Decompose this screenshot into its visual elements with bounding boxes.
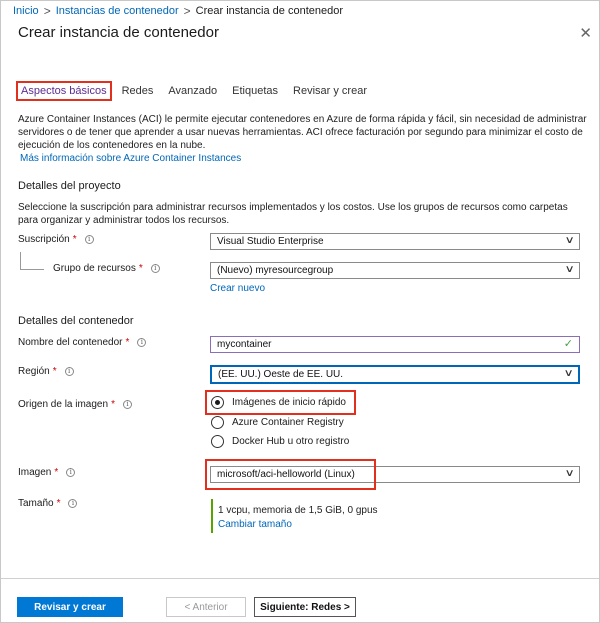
breadcrumb: Inicio > Instancias de contenedor > Crea… [13,4,343,18]
chevron-down-icon: ∨ [564,264,575,275]
container-name-label-text: Nombre del contenedor [18,337,123,348]
tab-review-create[interactable]: Revisar y crear [293,85,367,97]
resource-group-label-text: Grupo de recursos [53,263,136,274]
container-name-input[interactable]: mycontainer ✓ [210,336,580,353]
footer-divider [1,578,599,579]
container-name-value: mycontainer [217,339,272,350]
radio-unselected-icon[interactable] [211,435,224,448]
tab-tags[interactable]: Etiquetas [232,85,278,97]
subscription-label: Suscripción * i [18,234,94,245]
breadcrumb-separator-icon: > [183,4,191,18]
subscription-label-text: Suscripción [18,234,70,245]
region-select[interactable]: (EE. UU.) Oeste de EE. UU. ∨ [210,365,580,384]
size-label: Tamaño * i [18,498,78,509]
review-create-button[interactable]: Revisar y crear [17,597,123,617]
container-name-label: Nombre del contenedor * i [18,337,147,348]
size-label-text: Tamaño [18,498,54,509]
info-icon[interactable]: i [66,468,76,477]
change-size-link[interactable]: Cambiar tamaño [218,519,411,530]
page-title: Crear instancia de contenedor [18,24,219,41]
radio-docker-hub[interactable]: Docker Hub u otro registro [211,435,349,448]
info-icon[interactable]: i [64,367,74,376]
required-marker: * [125,337,130,348]
image-label: Imagen * i [18,467,76,478]
breadcrumb-container-instances-link[interactable]: Instancias de contenedor [56,5,179,17]
project-details-description: Seleccione la suscripción para administr… [18,202,568,226]
highlight-box [205,459,376,490]
info-icon[interactable]: i [68,499,78,508]
info-icon[interactable]: i [84,235,94,244]
chevron-down-icon: ∨ [564,235,575,246]
breadcrumb-current: Crear instancia de contenedor [195,5,344,17]
breadcrumb-home-link[interactable]: Inicio [13,5,39,17]
project-details-heading: Detalles del proyecto [18,180,121,192]
required-marker: * [54,467,59,478]
container-details-heading: Detalles del contenedor [18,315,134,327]
image-label-text: Imagen [18,467,52,478]
checkmark-icon: ✓ [563,338,573,350]
intro-description: Azure Container Instances (ACI) le permi… [18,114,587,151]
required-marker: * [138,263,143,274]
breadcrumb-separator-icon: > [43,4,51,18]
tab-basics[interactable]: Aspectos básicos [16,81,112,101]
subscription-select[interactable]: Visual Studio Enterprise ∨ [210,233,580,250]
resource-group-label: Grupo de recursos * i [53,263,160,274]
resource-group-select-value: (Nuevo) myresourcegroup [217,265,334,276]
required-marker: * [72,234,77,245]
region-label-text: Región [18,366,50,377]
info-icon[interactable]: i [122,400,132,409]
required-marker: * [52,366,57,377]
subscription-select-value: Visual Studio Enterprise [217,236,324,247]
tab-networking[interactable]: Redes [122,85,154,97]
chevron-down-icon: ∨ [563,368,574,379]
next-button[interactable]: Siguiente: Redes > [254,597,356,617]
image-source-label: Origen de la imagen * i [18,399,132,410]
size-summary: 1 vcpu, memoria de 1,5 GiB, 0 gpus Cambi… [211,499,411,533]
previous-button[interactable]: < Anterior [166,597,246,617]
close-icon[interactable]: ✕ [579,24,592,42]
resource-group-select[interactable]: (Nuevo) myresourcegroup ∨ [210,262,580,279]
create-new-resource-group-link[interactable]: Crear nuevo [210,283,265,294]
chevron-down-icon: ∨ [564,468,575,479]
radio-docker-hub-label: Docker Hub u otro registro [232,436,350,447]
size-value: 1 vcpu, memoria de 1,5 GiB, 0 gpus [218,505,378,516]
required-marker: * [56,498,61,509]
image-source-label-text: Origen de la imagen [18,399,109,410]
radio-acr-label: Azure Container Registry [232,417,344,428]
tab-bar: Aspectos básicos Redes Avanzado Etiqueta… [16,80,382,102]
radio-azure-container-registry[interactable]: Azure Container Registry [211,416,344,429]
tab-advanced[interactable]: Avanzado [168,85,217,97]
info-icon[interactable]: i [150,264,160,273]
info-icon[interactable]: i [137,338,147,347]
learn-more-link[interactable]: Más información sobre Azure Container In… [20,153,241,164]
region-label: Región * i [18,366,74,377]
required-marker: * [111,399,115,410]
highlight-box [205,390,356,415]
radio-unselected-icon[interactable] [211,416,224,429]
region-select-value: (EE. UU.) Oeste de EE. UU. [218,369,344,380]
hierarchy-connector [20,252,44,270]
